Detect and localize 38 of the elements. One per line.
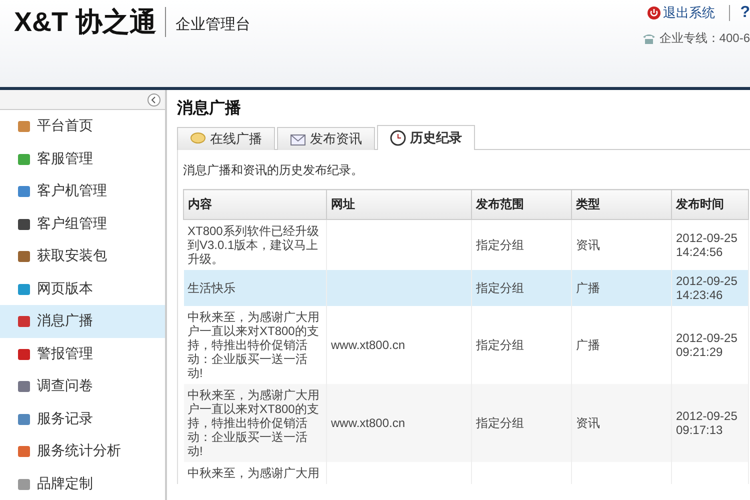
column-header: 网址 bbox=[326, 190, 472, 220]
speech-bubble-icon bbox=[190, 132, 206, 146]
column-header: 内容 bbox=[184, 190, 326, 220]
sidebar-item[interactable]: 客服管理 bbox=[0, 142, 165, 175]
sidebar-item[interactable]: 服务统计分析 bbox=[0, 435, 165, 468]
table-row[interactable]: 中秋来至，为感谢广大用 bbox=[184, 462, 748, 484]
sidebar-item[interactable]: 客户组管理 bbox=[0, 208, 165, 240]
help-link[interactable]: ? bbox=[729, 5, 750, 21]
tab[interactable]: 在线广播 bbox=[177, 127, 275, 150]
table-row[interactable]: 中秋来至，为感谢广大用户一直以来对XT800的支持，特推出特价促销活动：企业版买一送一活动! www.xt800.cn 指定分组 广播 2012-09-25 09:21:29 bbox=[184, 306, 748, 384]
column-header: 发布时间 bbox=[672, 190, 748, 220]
sidebar-item[interactable]: 网页版本 bbox=[0, 272, 165, 305]
app-subtitle: 企业管理台 bbox=[176, 15, 251, 34]
logout-link[interactable]: 退出系统 bbox=[647, 4, 716, 22]
sidebar-item[interactable]: 服务记录 bbox=[0, 402, 165, 435]
collapse-icon[interactable] bbox=[147, 92, 161, 106]
phone-icon bbox=[642, 32, 656, 44]
power-icon bbox=[647, 6, 662, 20]
column-header: 发布范围 bbox=[472, 190, 572, 220]
sidebar-item[interactable]: 获取安装包 bbox=[0, 240, 165, 272]
sidebar-item[interactable]: 消息广播 bbox=[0, 305, 165, 338]
tab[interactable]: 历史纪录 bbox=[377, 125, 475, 150]
page-title: 消息广播 bbox=[177, 98, 242, 119]
sidebar-item[interactable]: 调查问卷 bbox=[0, 370, 165, 402]
sidebar-item[interactable]: 客户机管理 bbox=[0, 175, 165, 208]
table-row[interactable]: XT800系列软件已经升级到V3.0.1版本，建议马上升级。 指定分组 资讯 2012-09-25 14:24:56 bbox=[184, 220, 748, 270]
hotline-text: 企业专线：400-6 bbox=[642, 30, 750, 47]
sidebar-item[interactable]: 平台首页 bbox=[0, 110, 165, 142]
tab[interactable]: 发布资讯 bbox=[277, 127, 375, 150]
logo: X&T 协之通 bbox=[14, 6, 166, 36]
column-header: 类型 bbox=[572, 190, 672, 220]
table-row[interactable]: 生活快乐 指定分组 广播 2012-09-25 14:23:46 bbox=[184, 270, 748, 306]
table-row[interactable]: 中秋来至，为感谢广大用户一直以来对XT800的支持，特推出特价促销活动：企业版买一送一活动! www.xt800.cn 指定分组 资讯 2012-09-25 09:17:13 bbox=[184, 384, 748, 462]
sidebar-item[interactable]: 警报管理 bbox=[0, 338, 165, 370]
table-cell: 中秋来至，为感谢广大用 bbox=[184, 462, 326, 484]
sidebar-item[interactable]: 品牌定制 bbox=[0, 468, 165, 500]
description-text: 消息广播和资讯的历史发布纪录。 bbox=[183, 162, 364, 179]
clock-icon bbox=[390, 130, 406, 146]
